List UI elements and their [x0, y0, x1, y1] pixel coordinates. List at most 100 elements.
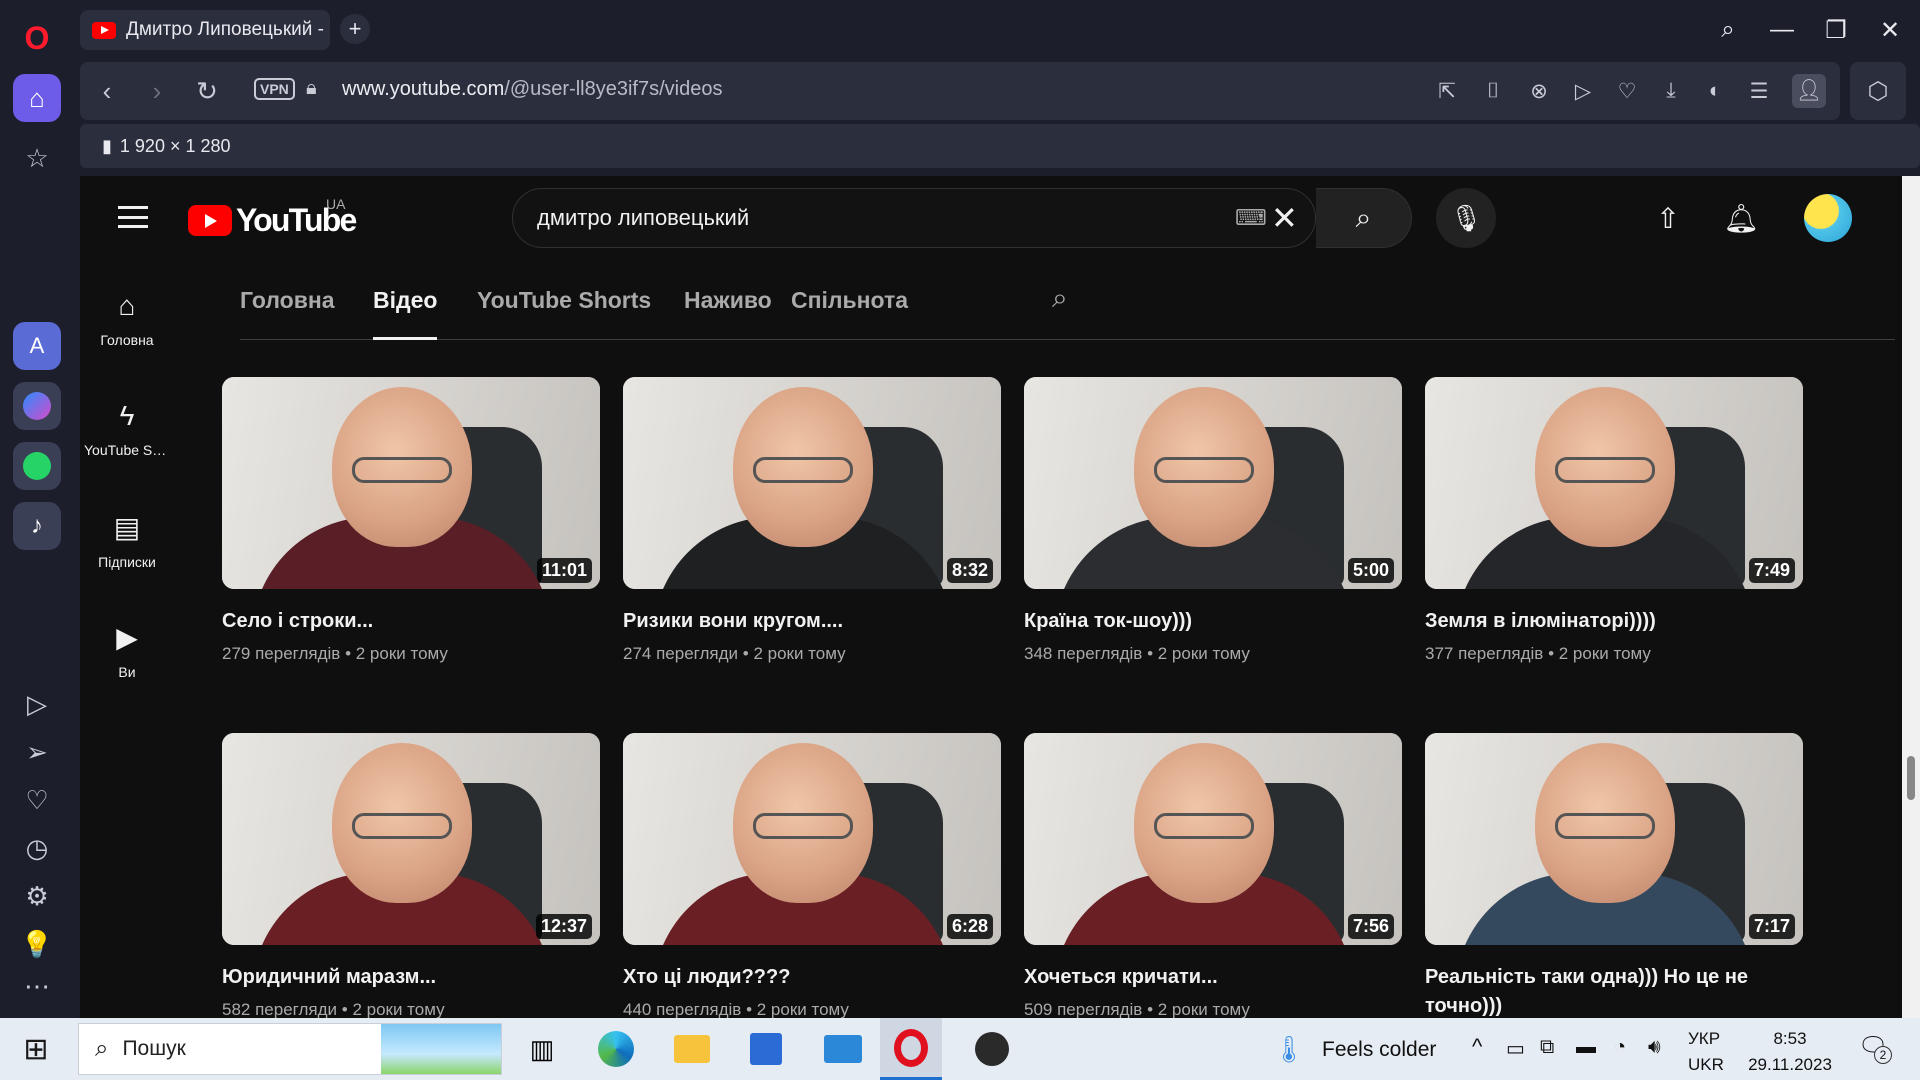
video-title[interactable]: Реальність таки одна))) Но це не точно))… [1425, 963, 1803, 1018]
play-icon[interactable]: ▷ [1568, 76, 1598, 106]
video-title[interactable]: Хто ці люди???? [623, 963, 1001, 992]
store-icon[interactable] [744, 1028, 788, 1070]
video-card[interactable]: 7:56 Хочеться кричати... 509 переглядів • … [1024, 733, 1402, 1018]
start-button[interactable]: ⊞ [14, 1028, 58, 1070]
video-thumbnail[interactable]: 7:49 [1425, 377, 1803, 589]
volume-icon[interactable]: 🔊︎ [1648, 1036, 1661, 1059]
settings-icon[interactable]: ⚙ [13, 872, 61, 920]
video-thumbnail[interactable]: 6:28 [623, 733, 1001, 945]
tray-chevron-icon[interactable]: ^ [1472, 1034, 1482, 1060]
video-title[interactable]: Країна ток-шоу))) [1024, 607, 1402, 636]
video-title[interactable]: Ризики вони кругом.... [623, 607, 1001, 636]
heart-icon[interactable]: ♡ [1612, 76, 1642, 106]
guide-item-home[interactable]: ⌂ Головна [84, 288, 170, 348]
tab-live[interactable]: Наживо [684, 260, 772, 340]
language-indicator[interactable]: УКР UKR [1688, 1026, 1724, 1078]
video-thumbnail[interactable]: 12:37 [222, 733, 600, 945]
tab-videos[interactable]: Відео [373, 260, 438, 340]
reload-button[interactable]: ↻ [190, 74, 224, 108]
channel-search-icon[interactable]: ⌕ [1052, 282, 1068, 315]
menu-icon[interactable] [118, 206, 148, 228]
tiktok-icon[interactable]: ♪ [13, 502, 61, 550]
video-card[interactable]: 8:32 Ризики вони кругом.... 274 перегляди … [623, 377, 1001, 664]
profile-icon[interactable]: 👤︎ [1792, 74, 1826, 108]
video-card[interactable]: 6:28 Хто ці люди???? 440 переглядів • 2 ро… [623, 733, 1001, 1018]
weather-text[interactable]: Feels colder [1322, 1038, 1436, 1062]
page-scrollbar[interactable] [1902, 176, 1920, 1018]
scrollbar-thumb[interactable] [1907, 756, 1915, 800]
vpn-badge[interactable]: VPN [254, 78, 295, 100]
upload-icon[interactable]: ⇧ [1650, 200, 1686, 236]
video-thumbnail[interactable]: 11:01 [222, 377, 600, 589]
tab-community[interactable]: Спільнота [791, 260, 908, 340]
notifications-button[interactable]: 🗨︎ 2 [1858, 1032, 1892, 1064]
search-box[interactable]: дмитро липовецький ⌨ ✕ [512, 188, 1316, 248]
restore-button[interactable]: ❐ [1818, 12, 1854, 48]
clear-search-icon[interactable]: ✕ [1271, 199, 1298, 237]
battery-saver-icon[interactable]: ◐ [1700, 76, 1730, 106]
tips-icon[interactable]: 💡 [13, 920, 61, 968]
obs-icon[interactable] [970, 1028, 1014, 1070]
task-view-icon[interactable]: ▥ [520, 1028, 564, 1070]
video-card[interactable]: 7:17 Реальність таки одна))) Но це не точ… [1425, 733, 1803, 1018]
player-icon[interactable]: ▷ [13, 680, 61, 728]
video-title[interactable]: Хочеться кричати... [1024, 963, 1402, 992]
search-button[interactable]: ⌕ [1316, 188, 1412, 248]
guide-item-you[interactable]: ▶ Ви [84, 620, 170, 680]
more-icon[interactable]: ⋯ [13, 962, 61, 1010]
video-card[interactable]: 5:00 Країна ток-шоу))) 348 переглядів • 2 … [1024, 377, 1402, 664]
video-card[interactable]: 7:49 Земля в ілюмінаторі)))) 377 перегляді… [1425, 377, 1803, 664]
battery-icon[interactable]: ▬ [1576, 1036, 1596, 1059]
meet-icon[interactable]: ▭ [1506, 1036, 1525, 1061]
aria-icon[interactable]: A [13, 322, 61, 370]
monitor-icon[interactable]: ⧉ [1540, 1036, 1554, 1059]
tab-youtube[interactable]: Дмитро Липовецький - YouTube [80, 10, 330, 50]
messenger-icon[interactable] [13, 382, 61, 430]
video-thumbnail[interactable]: 5:00 [1024, 377, 1402, 589]
download-icon[interactable]: ⤓ [1656, 76, 1686, 106]
file-explorer-icon[interactable] [670, 1028, 714, 1070]
video-title[interactable]: Село і строки... [222, 607, 600, 636]
keyboard-icon[interactable]: ⌨ [1235, 207, 1267, 229]
tab-search-icon[interactable]: ⌕ [1710, 12, 1746, 48]
tab-home[interactable]: Головна [240, 260, 335, 340]
guide-item-subscriptions[interactable]: ▤ Підписки [84, 510, 170, 570]
opera-logo-icon[interactable]: O [13, 14, 61, 62]
share-icon[interactable]: ⇱ [1432, 76, 1462, 106]
minimize-button[interactable]: — [1764, 12, 1800, 48]
new-tab-button[interactable]: + [340, 14, 370, 44]
voice-search-button[interactable]: 🎙︎ [1436, 188, 1496, 248]
easy-setup-icon[interactable]: ☰ [1744, 76, 1774, 106]
weather-icon[interactable]: 🌡︎ [1273, 1028, 1306, 1070]
video-title[interactable]: Юридичний маразм... [222, 963, 600, 992]
extensions-icon[interactable]: ⬡ [1850, 62, 1906, 120]
video-title[interactable]: Земля в ілюмінаторі)))) [1425, 607, 1803, 636]
camera-icon[interactable]: ⌷ [1478, 76, 1508, 106]
lock-icon[interactable]: 🔒︎ [306, 77, 317, 100]
adblock-icon[interactable]: ⊗ [1524, 76, 1554, 106]
notifications-icon[interactable]: 🔔︎ [1723, 200, 1759, 236]
taskbar-search[interactable]: ⌕ Пошук [78, 1023, 502, 1075]
opera-taskbar-icon[interactable] [880, 1018, 942, 1080]
home-icon[interactable]: ⌂ [13, 74, 61, 122]
search-input[interactable]: дмитро липовецький [537, 205, 749, 231]
heart-icon[interactable]: ♡ [13, 776, 61, 824]
wifi-icon[interactable]: ◔ [1614, 1036, 1626, 1059]
forward-button[interactable]: › [140, 74, 174, 108]
whatsapp-icon[interactable] [13, 442, 61, 490]
video-thumbnail[interactable]: 7:56 [1024, 733, 1402, 945]
video-thumbnail[interactable]: 8:32 [623, 377, 1001, 589]
history-icon[interactable]: ◷ [13, 824, 61, 872]
clock[interactable]: 8:53 29.11.2023 [1740, 1026, 1840, 1078]
star-icon[interactable]: ☆ [13, 134, 61, 182]
video-card[interactable]: 11:01 Село і строки... 279 переглядів • 2 … [222, 377, 600, 664]
video-card[interactable]: 12:37 Юридичний маразм... 582 перегляди • … [222, 733, 600, 1018]
back-button[interactable]: ‹ [90, 74, 124, 108]
tab-shorts[interactable]: YouTube Shorts [477, 260, 651, 340]
close-window-button[interactable]: ✕ [1872, 12, 1908, 48]
edge-icon[interactable] [594, 1028, 638, 1070]
avatar[interactable] [1804, 194, 1852, 242]
guide-item-shorts[interactable]: ϟ YouTube Shorts [84, 398, 170, 458]
video-thumbnail[interactable]: 7:17 [1425, 733, 1803, 945]
mail-icon[interactable] [818, 1028, 868, 1070]
